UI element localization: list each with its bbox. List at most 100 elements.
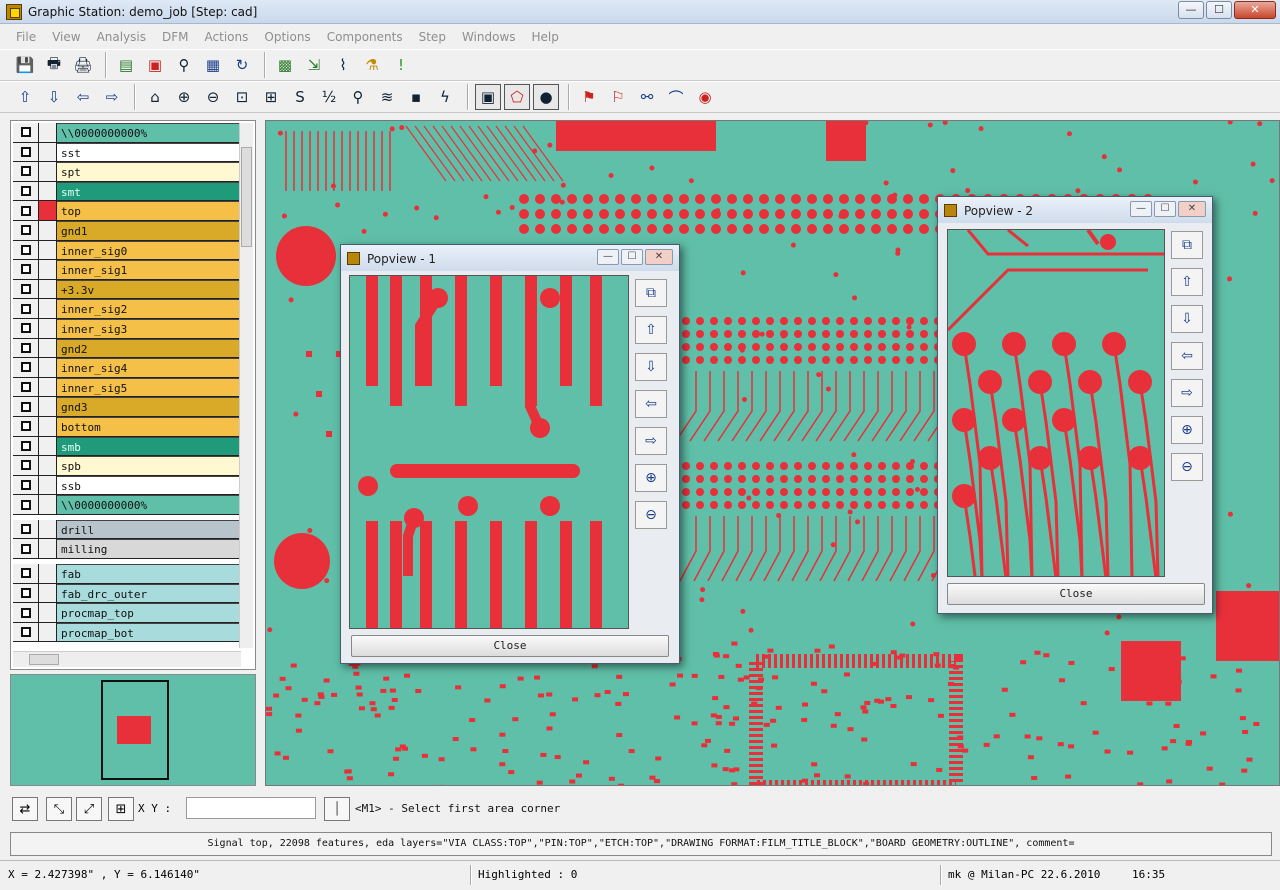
menu-dfm[interactable]: DFM bbox=[154, 26, 197, 48]
layer-checkbox[interactable] bbox=[13, 416, 39, 436]
layer-row-smt[interactable]: smt bbox=[13, 181, 241, 202]
popview-2-maximize-button[interactable]: ☐ bbox=[1154, 201, 1176, 217]
layer-checkbox[interactable] bbox=[13, 299, 39, 318]
layer-row-gnd3[interactable]: gnd3 bbox=[13, 397, 241, 417]
layer-name[interactable]: spb bbox=[57, 456, 241, 475]
layer-checkbox[interactable] bbox=[13, 377, 39, 397]
popview-1-zoom-out-icon[interactable]: ⊖ bbox=[635, 501, 667, 529]
route-icon[interactable]: ⌇ bbox=[330, 52, 356, 78]
layer-color-swatch[interactable] bbox=[39, 162, 57, 181]
layer-color-swatch[interactable] bbox=[39, 583, 57, 603]
menu-options[interactable]: Options bbox=[256, 26, 318, 48]
alert-icon[interactable]: ! bbox=[388, 52, 414, 78]
layer-row-fab[interactable]: fab bbox=[13, 564, 241, 584]
layer-row-fab-drc-outer[interactable]: fab_drc_outer bbox=[13, 583, 241, 604]
layer-color-swatch[interactable] bbox=[39, 318, 57, 338]
layer-color-swatch[interactable] bbox=[39, 495, 57, 514]
menu-step[interactable]: Step bbox=[411, 26, 454, 48]
layer-checkbox[interactable] bbox=[13, 162, 39, 181]
analysis-icon-2[interactable]: ⚐ bbox=[605, 84, 631, 110]
arrow-down-icon[interactable]: ⇩ bbox=[41, 84, 67, 110]
xy-input[interactable] bbox=[186, 797, 316, 819]
overview-map[interactable] bbox=[10, 674, 256, 786]
minimize-button[interactable]: — bbox=[1178, 1, 1204, 19]
layer-color-swatch[interactable] bbox=[39, 260, 57, 279]
popview-1-close-icon[interactable]: ✕ bbox=[645, 249, 673, 265]
popview-1-titlebar[interactable]: Popview - 1 — ☐ ✕ bbox=[341, 245, 679, 271]
document-icon[interactable]: ▣ bbox=[142, 52, 168, 78]
layer-row-sst[interactable]: sst bbox=[13, 142, 241, 163]
analysis-icon-1[interactable]: ⚑ bbox=[576, 84, 602, 110]
refresh-icon[interactable]: ↻ bbox=[229, 52, 255, 78]
layer-checkbox[interactable] bbox=[13, 220, 39, 240]
layer-row-ssb[interactable]: ssb bbox=[13, 475, 241, 496]
binoculars-icon[interactable]: ⚲ bbox=[171, 52, 197, 78]
layer-row--3-3v[interactable]: +3.3v bbox=[13, 279, 241, 300]
popview-2-minimize-button[interactable]: — bbox=[1130, 201, 1152, 217]
menu-help[interactable]: Help bbox=[524, 26, 567, 48]
layer-row-bottom[interactable]: bottom bbox=[13, 416, 241, 437]
popview-1-down-icon[interactable]: ⇩ bbox=[635, 353, 667, 381]
layer-checkbox[interactable] bbox=[13, 358, 39, 377]
layer-checkbox[interactable] bbox=[13, 539, 39, 559]
layer-name[interactable]: drill bbox=[57, 519, 241, 539]
layer-row-procmap-top[interactable]: procmap_top bbox=[13, 603, 241, 623]
popview-1-close-button[interactable]: Close bbox=[351, 635, 669, 657]
popview-1-view[interactable] bbox=[349, 275, 629, 629]
popview-2-window[interactable]: Popview - 2 — ☐ ✕ ⧉ ⇧ ⇩ ⇦ ⇨ ⊕ ⊖ Close bbox=[937, 196, 1213, 614]
separator-icon[interactable]: ⏐ bbox=[324, 797, 350, 821]
layer-color-swatch[interactable] bbox=[39, 220, 57, 240]
popview-1-fit-icon[interactable]: ⧉ bbox=[635, 279, 667, 307]
layer-checkbox[interactable] bbox=[13, 318, 39, 338]
board-view-icon[interactable]: ▩ bbox=[272, 52, 298, 78]
layer-checkbox[interactable] bbox=[13, 279, 39, 299]
layer-row-procmap-bot[interactable]: procmap_bot bbox=[13, 622, 241, 643]
layer-name[interactable]: \\0000000000% bbox=[57, 495, 241, 514]
layer-color-swatch[interactable] bbox=[39, 539, 57, 559]
layer-name[interactable]: inner_sig2 bbox=[57, 299, 241, 318]
find-icon[interactable]: ⚲ bbox=[345, 84, 371, 110]
analysis-icon-4[interactable]: ⌒ bbox=[663, 84, 689, 110]
print-setup-icon[interactable]: 🖨 bbox=[70, 52, 96, 78]
layer-vertical-scrollbar[interactable] bbox=[239, 123, 253, 648]
popview-2-close-button[interactable]: Close bbox=[947, 583, 1205, 605]
grid-icon[interactable]: ▦ bbox=[200, 52, 226, 78]
layer-color-swatch[interactable] bbox=[39, 201, 57, 220]
layer-color-swatch[interactable] bbox=[39, 564, 57, 583]
layer-name[interactable]: smb bbox=[57, 436, 241, 456]
popview-2-up-icon[interactable]: ⇧ bbox=[1171, 268, 1203, 296]
layer-checkbox[interactable] bbox=[13, 201, 39, 220]
menu-view[interactable]: View bbox=[44, 26, 88, 48]
scale-icon[interactable]: ½ bbox=[316, 84, 342, 110]
layer-row-spb[interactable]: spb bbox=[13, 456, 241, 476]
layer-horizontal-scrollbar[interactable] bbox=[13, 651, 241, 667]
layer-row-drill[interactable]: drill bbox=[13, 519, 241, 540]
layer-checkbox[interactable] bbox=[13, 397, 39, 416]
menu-actions[interactable]: Actions bbox=[197, 26, 257, 48]
layer-name[interactable]: \\0000000000% bbox=[57, 123, 241, 142]
layer-color-swatch[interactable] bbox=[39, 279, 57, 299]
layer-row--0000000000-[interactable]: \\0000000000% bbox=[13, 495, 241, 515]
layer-checkbox[interactable] bbox=[13, 142, 39, 162]
zoom-in-icon[interactable]: ⊕ bbox=[171, 84, 197, 110]
save-icon[interactable]: 💾 bbox=[12, 52, 38, 78]
layer-name[interactable]: inner_sig1 bbox=[57, 260, 241, 279]
layer-color-swatch[interactable] bbox=[39, 416, 57, 436]
print-icon[interactable]: 🖶 bbox=[41, 52, 67, 78]
popview-2-titlebar[interactable]: Popview - 2 — ☐ ✕ bbox=[938, 197, 1212, 223]
close-button[interactable]: ✕ bbox=[1234, 1, 1276, 19]
layer-name[interactable]: top bbox=[57, 201, 241, 220]
layer-color-swatch[interactable] bbox=[39, 299, 57, 318]
layer-color-swatch[interactable] bbox=[39, 622, 57, 642]
arrow-left-icon[interactable]: ⇦ bbox=[70, 84, 96, 110]
eye-icon[interactable]: ◉ bbox=[692, 84, 718, 110]
layer-row-inner-sig4[interactable]: inner_sig4 bbox=[13, 358, 241, 378]
export-icon[interactable]: ⇲ bbox=[301, 52, 327, 78]
overview-view-rect[interactable] bbox=[117, 716, 151, 744]
layer-name[interactable]: inner_sig3 bbox=[57, 318, 241, 338]
popview-2-right-icon[interactable]: ⇨ bbox=[1171, 379, 1203, 407]
component-icon[interactable]: ▪ bbox=[403, 84, 429, 110]
layer-color-swatch[interactable] bbox=[39, 181, 57, 201]
layers-icon[interactable]: ▤ bbox=[113, 52, 139, 78]
arrow-up-icon[interactable]: ⇧ bbox=[12, 84, 38, 110]
